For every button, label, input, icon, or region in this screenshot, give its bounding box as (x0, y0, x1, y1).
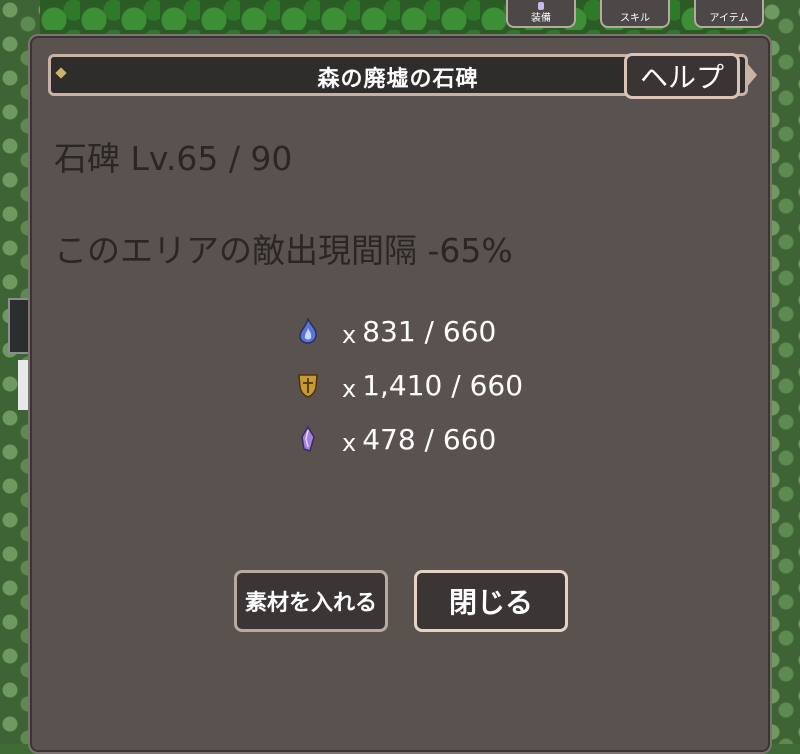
material-amount: 831 / 660 (362, 314, 497, 348)
menu-label-equip: 装備 (531, 13, 551, 24)
insert-materials-button[interactable]: 素材を入れる (234, 570, 388, 632)
menu-button-item[interactable]: アイテム (694, 0, 764, 28)
material-amount: 478 / 660 (362, 422, 497, 456)
stele-level: 石碑 Lv.65 / 90 (54, 139, 293, 178)
material-multiplier: x (342, 429, 357, 457)
equip-icon (538, 2, 544, 10)
material-amount: 1,410 / 660 (362, 368, 524, 402)
material-row: x 831 / 660 (296, 304, 523, 358)
menu-label-item: アイテム (709, 13, 749, 24)
close-button[interactable]: 閉じる (414, 570, 568, 632)
material-row: x 478 / 660 (296, 412, 523, 466)
blue-flame-icon (299, 317, 317, 344)
stele-dialog: 森の廃墟の石碑 ヘルプ 石碑 Lv.65 / 90 このエリアの敵出現間隔 -6… (28, 34, 772, 754)
material-multiplier: x (342, 321, 357, 349)
menu-button-skill[interactable]: スキル (600, 0, 670, 28)
purple-crystal-icon (301, 425, 315, 452)
gold-shield-icon (298, 374, 318, 398)
area-effect-text: このエリアの敵出現間隔 -65% (54, 231, 513, 270)
material-multiplier: x (342, 375, 357, 403)
help-button[interactable]: ヘルプ (624, 53, 740, 99)
menu-label-skill: スキル (620, 13, 650, 24)
material-row: x 1,410 / 660 (296, 358, 523, 412)
menu-button-equip[interactable]: 装備 (506, 0, 576, 28)
material-list: x 831 / 660 x 1,410 / 660 x 478 / 660 (296, 304, 523, 466)
arrow-ornament-icon (747, 63, 757, 87)
